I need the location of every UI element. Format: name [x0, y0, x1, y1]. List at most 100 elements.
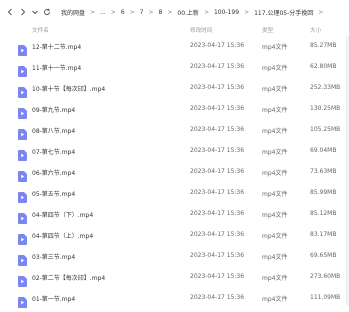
file-size: 273.60MB — [310, 273, 341, 280]
breadcrumb-separator: > — [148, 8, 154, 16]
breadcrumb-item[interactable]: 6 — [120, 9, 126, 16]
file-modified-time: 2023-04-17 15:36 — [190, 147, 245, 154]
file-size: 130.25MB — [310, 105, 341, 112]
file-modified-time: 2023-04-17 15:36 — [190, 252, 245, 259]
file-size: 62.80MB — [310, 63, 337, 70]
file-name: 12-第十二节.mp4 — [32, 44, 82, 51]
file-modified-time: 2023-04-17 15:36 — [190, 42, 245, 49]
file-type: mp4文件 — [262, 254, 288, 261]
chevron-right-icon[interactable]: > — [318, 9, 323, 16]
file-type: mp4文件 — [262, 86, 288, 93]
file-row[interactable]: 09-第九节.mp4 2023-04-17 15:36 mp4文件 130.25MB — [0, 99, 349, 120]
file-type: mp4文件 — [262, 275, 288, 282]
breadcrumb-item[interactable]: 7 — [139, 9, 145, 16]
column-header-name[interactable]: 文件名 — [32, 26, 49, 34]
video-file-icon — [18, 104, 27, 119]
file-type: mp4文件 — [262, 65, 288, 72]
file-row[interactable]: 06-第六节.mp4 2023-04-17 15:36 mp4文件 73.63MB — [0, 162, 349, 183]
breadcrumb-separator: > — [203, 8, 209, 16]
file-type: mp4文件 — [262, 107, 288, 114]
file-type: mp4文件 — [262, 44, 288, 51]
breadcrumb-separator: > — [90, 8, 96, 16]
file-row[interactable]: 08-第八节.mp4 2023-04-17 15:36 mp4文件 105.25MB — [0, 120, 349, 141]
file-modified-time: 2023-04-17 15:36 — [190, 126, 245, 133]
breadcrumb: 我的网盘 > ... > 6 > 7 > 8 > 00.上新 > 100-199… — [60, 7, 323, 17]
file-size: 85.27MB — [310, 42, 337, 49]
file-name: 04-第四节（下）.mp4 — [32, 212, 94, 219]
video-file-icon — [18, 125, 27, 140]
file-name: 04-第四节（上）.mp4 — [32, 233, 94, 240]
video-file-icon — [18, 293, 27, 308]
file-size: 111.09MB — [310, 294, 341, 301]
file-type: mp4文件 — [262, 191, 288, 198]
file-size: 252.33MB — [310, 84, 341, 91]
file-modified-time: 2023-04-17 15:36 — [190, 231, 245, 238]
breadcrumb-item[interactable]: 8 — [158, 9, 164, 16]
column-header-size[interactable]: 大小 — [310, 26, 321, 34]
file-name: 09-第九节.mp4 — [32, 107, 76, 114]
file-name: 11-第十一节.mp4 — [32, 65, 82, 72]
file-row[interactable]: 01-第一节.mp4 2023-04-17 15:36 mp4文件 111.09MB — [0, 288, 349, 309]
file-modified-time: 2023-04-17 15:36 — [190, 210, 245, 217]
video-file-icon — [18, 188, 27, 203]
file-modified-time: 2023-04-17 15:36 — [190, 105, 245, 112]
breadcrumb-item[interactable]: 00.上新 — [176, 8, 200, 17]
file-name: 01-第一节.mp4 — [32, 296, 76, 303]
breadcrumb-separator: > — [244, 8, 250, 16]
breadcrumb-separator: > — [167, 8, 173, 16]
column-header-type[interactable]: 类型 — [262, 26, 273, 34]
file-name: 07-第七节.mp4 — [32, 149, 76, 156]
file-row[interactable]: 11-第十一节.mp4 2023-04-17 15:36 mp4文件 62.80MB — [0, 57, 349, 78]
breadcrumb-item[interactable]: 100-199 — [213, 9, 240, 16]
column-header-time[interactable]: 修改时间 — [190, 26, 212, 34]
file-modified-time: 2023-04-17 15:36 — [190, 189, 245, 196]
breadcrumb-separator: > — [129, 8, 135, 16]
chevron-left-icon[interactable] — [5, 7, 15, 17]
file-name: 02-第二节【每次印】.mp4 — [32, 275, 106, 282]
file-row[interactable]: 12-第十二节.mp4 2023-04-17 15:36 mp4文件 85.27MB — [0, 36, 349, 57]
refresh-icon[interactable] — [42, 7, 52, 17]
breadcrumb-current[interactable]: 117.公理05-分手挽回 — [253, 8, 314, 17]
video-file-icon — [18, 230, 27, 245]
file-name: 03-第三节.mp4 — [32, 254, 76, 261]
chevron-down-icon[interactable] — [30, 7, 40, 17]
file-modified-time: 2023-04-17 15:36 — [190, 294, 245, 301]
file-row[interactable]: 07-第七节.mp4 2023-04-17 15:36 mp4文件 69.04MB — [0, 141, 349, 162]
file-list: 12-第十二节.mp4 2023-04-17 15:36 mp4文件 85.27MB 1… — [0, 36, 349, 309]
video-file-icon — [18, 167, 27, 182]
chevron-right-icon[interactable] — [18, 7, 28, 17]
video-file-icon — [18, 209, 27, 224]
file-size: 105.25MB — [310, 126, 341, 133]
file-size: 69.04MB — [310, 147, 337, 154]
file-size: 73.63MB — [310, 168, 337, 175]
file-type: mp4文件 — [262, 170, 288, 177]
file-type: mp4文件 — [262, 128, 288, 135]
file-name: 08-第八节.mp4 — [32, 128, 76, 135]
file-modified-time: 2023-04-17 15:36 — [190, 168, 245, 175]
file-modified-time: 2023-04-17 15:36 — [190, 273, 245, 280]
file-list-header: 文件名 修改时间 类型 大小 — [0, 24, 349, 35]
file-size: 85.12MB — [310, 210, 337, 217]
file-row[interactable]: 02-第二节【每次印】.mp4 2023-04-17 15:36 mp4文件 273.… — [0, 267, 349, 288]
file-name: 06-第六节.mp4 — [32, 170, 76, 177]
file-row[interactable]: 10-第十节【每次印】.mp4 2023-04-17 15:36 mp4文件 252.… — [0, 78, 349, 99]
file-type: mp4文件 — [262, 233, 288, 240]
file-row[interactable]: 05-第五节.mp4 2023-04-17 15:36 mp4文件 85.99MB — [0, 183, 349, 204]
video-file-icon — [18, 41, 27, 56]
video-file-icon — [18, 251, 27, 266]
breadcrumb-item[interactable]: 我的网盘 — [60, 8, 86, 17]
file-type: mp4文件 — [262, 212, 288, 219]
file-modified-time: 2023-04-17 15:36 — [190, 84, 245, 91]
file-size: 85.99MB — [310, 189, 337, 196]
file-row[interactable]: 03-第三节.mp4 2023-04-17 15:36 mp4文件 69.65MB — [0, 246, 349, 267]
breadcrumb-item[interactable]: ... — [99, 9, 107, 16]
file-name: 10-第十节【每次印】.mp4 — [32, 86, 106, 93]
file-type: mp4文件 — [262, 149, 288, 156]
file-row[interactable]: 04-第四节（下）.mp4 2023-04-17 15:36 mp4文件 85.12M… — [0, 204, 349, 225]
file-row[interactable]: 04-第四节（上）.mp4 2023-04-17 15:36 mp4文件 83.17M… — [0, 225, 349, 246]
video-file-icon — [18, 146, 27, 161]
video-file-icon — [18, 272, 27, 287]
video-file-icon — [18, 62, 27, 77]
breadcrumb-separator: > — [110, 8, 116, 16]
toolbar: 我的网盘 > ... > 6 > 7 > 8 > 00.上新 > 100-199… — [0, 0, 349, 24]
